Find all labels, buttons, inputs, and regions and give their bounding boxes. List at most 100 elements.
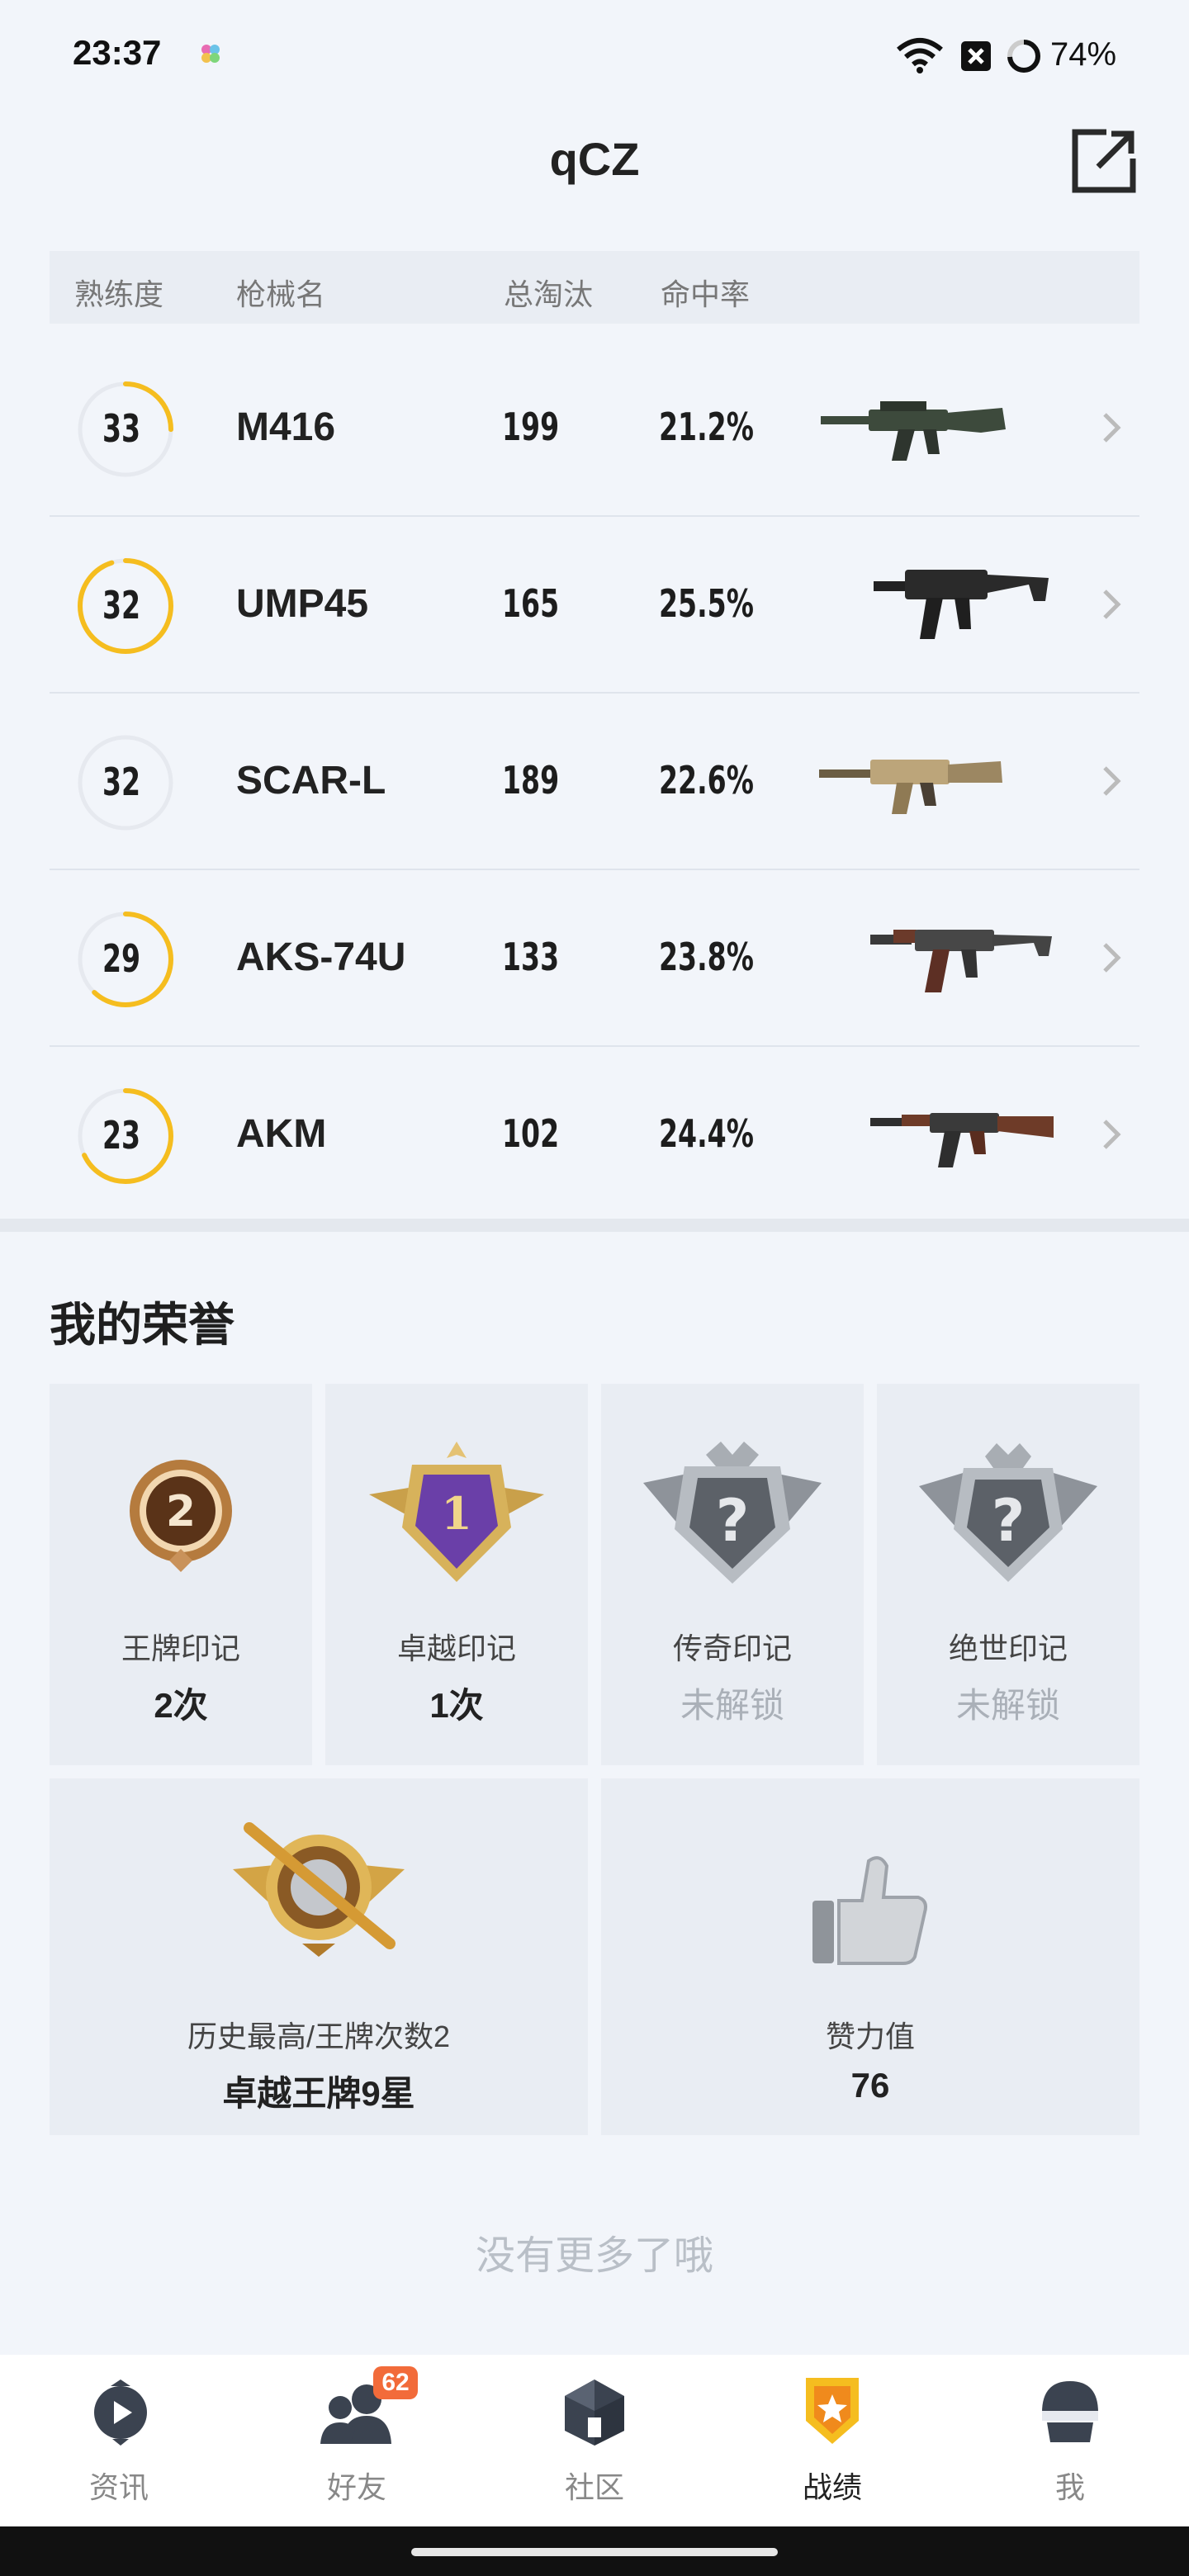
share-icon[interactable]	[1070, 127, 1138, 199]
chevron-right-icon	[1101, 765, 1121, 802]
app-notification-icon	[200, 43, 221, 64]
highest-rank-label: 历史最高/王牌次数2	[187, 2020, 451, 2053]
badge-value: 2次	[154, 1686, 208, 1725]
proficiency-ring: 33	[74, 378, 177, 481]
page-title: qCZ	[549, 133, 640, 185]
weapon-kills: 133	[502, 935, 560, 979]
home-gesture-handle[interactable]	[411, 2548, 778, 2556]
battery-percent: 74%	[1050, 36, 1117, 73]
battery-ring-icon	[1006, 38, 1042, 78]
svg-text:?: ?	[716, 1487, 750, 1555]
proficiency-ring: 32	[74, 732, 177, 834]
weapon-name: UMP45	[236, 582, 369, 626]
honor-badge-card[interactable]: ? 传奇印记 未解锁	[601, 1384, 864, 1765]
nav-label: 社区	[564, 2470, 624, 2504]
end-of-list-text: 没有更多了哦	[475, 2234, 713, 2278]
status-time: 23:37	[73, 33, 162, 72]
badge-value: 未解锁	[955, 1686, 1060, 1725]
bottom-nav: 资讯 62 好友 社区 战绩 我	[0, 2355, 1189, 2526]
wifi-icon	[895, 36, 945, 78]
rank-emblem-icon	[228, 1820, 410, 1964]
column-header-proficiency: 熟练度	[74, 277, 164, 311]
community-icon	[563, 2378, 626, 2451]
badge-value: 未解锁	[680, 1686, 784, 1725]
nav-label: 战绩	[802, 2470, 862, 2504]
weapon-table-header: 熟练度 枪械名 总淘汰 命中率	[50, 251, 1139, 324]
record-icon	[803, 2376, 862, 2450]
weapon-name: AKS-74U	[236, 935, 406, 979]
highest-rank-value: 卓越王牌9星	[222, 2074, 415, 2113]
legend-badge-locked-icon: ?	[642, 1437, 823, 1589]
weapon-row[interactable]: 33 M416 199 21.2%	[50, 342, 1139, 517]
proficiency-ring: 29	[74, 908, 177, 1011]
proficiency-level: 29	[102, 936, 141, 981]
likes-value: 76	[850, 2066, 890, 2105]
chevron-right-icon	[1101, 941, 1121, 978]
weapon-row[interactable]: 32 SCAR-L 189 22.6%	[50, 695, 1139, 870]
svg-text:2: 2	[166, 1487, 196, 1537]
proficiency-level: 32	[102, 760, 141, 804]
badge-label: 传奇印记	[672, 1631, 792, 1665]
weapon-accuracy: 25.5%	[659, 581, 754, 626]
svg-text:1: 1	[441, 1487, 472, 1540]
nav-label: 好友	[326, 2470, 386, 2504]
proficiency-ring: 32	[74, 555, 177, 657]
proficiency-level: 33	[102, 406, 141, 451]
weapon-accuracy: 23.8%	[659, 935, 754, 979]
weapon-name: M416	[236, 405, 336, 449]
weapon-accuracy: 24.4%	[659, 1111, 754, 1156]
nav-label: 我	[1054, 2470, 1085, 2504]
nav-item-news[interactable]: 资讯	[45, 2355, 193, 2526]
proficiency-ring: 23	[74, 1085, 177, 1187]
badge-label: 卓越印记	[396, 1631, 516, 1665]
aks-74u-icon	[869, 915, 1057, 1002]
highest-rank-card[interactable]: 历史最高/王牌次数2 卓越王牌9星	[50, 1778, 588, 2135]
news-icon	[91, 2379, 150, 2450]
honor-badge-card[interactable]: 1 卓越印记 1次	[325, 1384, 588, 1765]
ace-badge-icon: 2	[123, 1458, 239, 1578]
column-header-weapon: 枪械名	[236, 277, 326, 311]
likes-card[interactable]: 赞力值 76	[601, 1778, 1139, 2135]
weapon-accuracy: 21.2%	[659, 405, 754, 449]
weapon-name: SCAR-L	[236, 759, 386, 803]
thumbs-up-icon	[811, 1853, 930, 1972]
chevron-right-icon	[1101, 1118, 1121, 1155]
weapon-row[interactable]: 32 UMP45 165 25.5%	[50, 519, 1139, 694]
scar-l-rifle-icon	[817, 745, 1007, 823]
section-separator	[0, 1219, 1189, 1232]
honor-badge-card[interactable]: ? 绝世印记 未解锁	[877, 1384, 1139, 1765]
peerless-badge-locked-icon: ?	[917, 1437, 1099, 1589]
weapon-kills: 189	[502, 758, 560, 803]
badge-label: 王牌印记	[121, 1631, 240, 1665]
nav-label: 资讯	[88, 2470, 149, 2504]
svg-text:?: ?	[992, 1487, 1026, 1555]
profile-icon	[1039, 2379, 1101, 2448]
nav-item-record[interactable]: 战绩	[758, 2355, 907, 2526]
honor-badge-card[interactable]: 2 王牌印记 2次	[50, 1384, 312, 1765]
weapon-name: AKM	[236, 1112, 327, 1156]
sim-blocked-icon	[959, 40, 992, 77]
weapon-row[interactable]: 29 AKS-74U 133 23.8%	[50, 872, 1139, 1047]
likes-label: 赞力值	[825, 2020, 915, 2053]
weapon-row[interactable]: 23 AKM 102 24.4%	[50, 1049, 1139, 1224]
nav-item-community[interactable]: 社区	[520, 2355, 669, 2526]
row-divider	[50, 692, 1139, 694]
row-divider	[50, 515, 1139, 517]
chevron-right-icon	[1101, 411, 1121, 448]
nav-item-friends[interactable]: 62 好友	[282, 2355, 431, 2526]
proficiency-level: 32	[102, 583, 141, 627]
chevron-right-icon	[1101, 588, 1121, 625]
proficiency-level: 23	[102, 1113, 141, 1158]
row-divider	[50, 869, 1139, 870]
weapon-kills: 199	[502, 405, 560, 449]
weapon-kills: 102	[502, 1111, 560, 1156]
nav-item-profile[interactable]: 我	[996, 2355, 1144, 2526]
badge-label: 绝世印记	[948, 1631, 1068, 1665]
m416-rifle-icon	[819, 390, 1009, 468]
weapon-accuracy: 22.6%	[659, 758, 754, 803]
ump45-smg-icon	[872, 556, 1054, 651]
excellence-badge-icon: 1	[366, 1437, 547, 1589]
akm-rifle-icon	[869, 1098, 1057, 1177]
friends-count-badge: 62	[373, 2366, 418, 2399]
honor-section-title: 我的荣誉	[50, 1299, 234, 1351]
